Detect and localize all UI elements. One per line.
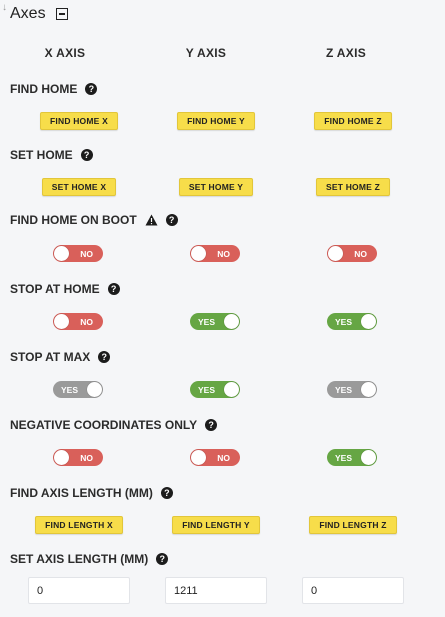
toggle-text: YES [61, 384, 79, 395]
question-circle-icon[interactable]: ? [165, 214, 178, 226]
toggle-knob [361, 450, 376, 465]
corner-arrow-icon: ↓ [2, 2, 7, 13]
toggle-text: YES [335, 452, 353, 463]
find-home-on-boot-y-toggle[interactable]: NO [190, 245, 240, 262]
panel-header: ↓ Axes [0, 2, 68, 24]
stop-at-max-z-toggle[interactable]: YES [327, 381, 377, 398]
stop-at-max-label: STOP AT MAX ? [10, 350, 111, 364]
find-home-on-boot-x-toggle[interactable]: NO [53, 245, 103, 262]
stop-at-max-label-text: STOP AT MAX [10, 350, 91, 364]
find-home-label-text: FIND HOME [10, 82, 78, 96]
column-header-x: X AXIS [44, 46, 86, 60]
find-length-z-button[interactable]: FIND LENGTH Z [309, 516, 397, 534]
find-home-x-button[interactable]: FIND HOME X [40, 112, 118, 130]
toggle-text: NO [80, 248, 93, 259]
set-home-label: SET HOME ? [10, 148, 93, 162]
stop-at-max-x-toggle[interactable]: YES [53, 381, 103, 398]
toggle-text: NO [217, 248, 230, 259]
find-home-on-boot-label: FIND HOME ON BOOT ? [10, 213, 178, 227]
toggle-text: YES [198, 384, 216, 395]
toggle-text: NO [80, 452, 93, 463]
toggle-text: YES [335, 384, 353, 395]
toggle-text: YES [198, 316, 216, 327]
negative-coordinates-x-toggle[interactable]: NO [53, 449, 103, 466]
stop-at-home-label-text: STOP AT HOME [10, 282, 100, 296]
find-axis-length-label: FIND AXIS LENGTH (MM) ? [10, 486, 173, 500]
toggle-knob [224, 382, 239, 397]
column-header-y: Y AXIS [185, 46, 227, 60]
find-home-label: FIND HOME ? [10, 82, 98, 96]
set-axis-length-label: SET AXIS LENGTH (MM) ? [10, 552, 169, 566]
axis-length-y-input[interactable] [165, 577, 267, 604]
stop-at-home-label: STOP AT HOME ? [10, 282, 120, 296]
negative-coordinates-z-toggle[interactable]: YES [327, 449, 377, 466]
axis-length-x-input[interactable] [28, 577, 130, 604]
find-length-y-button[interactable]: FIND LENGTH Y [172, 516, 260, 534]
panel-title: Axes [10, 5, 46, 22]
toggle-knob [54, 314, 69, 329]
warning-triangle-icon [145, 214, 158, 226]
negative-coordinates-only-label-text: NEGATIVE COORDINATES ONLY [10, 418, 198, 432]
find-home-on-boot-label-text: FIND HOME ON BOOT [10, 213, 137, 227]
axis-length-z-input[interactable] [302, 577, 404, 604]
question-circle-icon[interactable]: ? [80, 149, 93, 161]
question-circle-icon[interactable]: ? [156, 553, 169, 565]
question-circle-icon[interactable]: ? [85, 83, 98, 95]
toggle-text: NO [354, 248, 367, 259]
set-home-y-button[interactable]: SET HOME Y [179, 178, 253, 196]
find-home-y-button[interactable]: FIND HOME Y [177, 112, 255, 130]
question-circle-icon[interactable]: ? [107, 283, 120, 295]
toggle-knob [224, 314, 239, 329]
negative-coordinates-y-toggle[interactable]: NO [190, 449, 240, 466]
set-axis-length-label-text: SET AXIS LENGTH (MM) [10, 552, 149, 566]
stop-at-home-y-toggle[interactable]: YES [190, 313, 240, 330]
toggle-text: YES [335, 316, 353, 327]
toggle-text: NO [80, 316, 93, 327]
toggle-knob [54, 450, 69, 465]
find-length-x-button[interactable]: FIND LENGTH X [35, 516, 123, 534]
negative-coordinates-only-label: NEGATIVE COORDINATES ONLY ? [10, 418, 218, 432]
stop-at-home-x-toggle[interactable]: NO [53, 313, 103, 330]
find-axis-length-label-text: FIND AXIS LENGTH (MM) [10, 486, 153, 500]
find-home-z-button[interactable]: FIND HOME Z [314, 112, 392, 130]
column-header-z: Z AXIS [325, 46, 367, 60]
toggle-text: NO [217, 452, 230, 463]
toggle-knob [328, 246, 343, 261]
toggle-knob [87, 382, 102, 397]
toggle-knob [54, 246, 69, 261]
toggle-knob [361, 382, 376, 397]
set-home-z-button[interactable]: SET HOME Z [316, 178, 390, 196]
set-home-x-button[interactable]: SET HOME X [42, 178, 116, 196]
stop-at-home-z-toggle[interactable]: YES [327, 313, 377, 330]
toggle-knob [191, 246, 206, 261]
question-circle-icon[interactable]: ? [205, 419, 218, 431]
toggle-knob [361, 314, 376, 329]
stop-at-max-y-toggle[interactable]: YES [190, 381, 240, 398]
question-circle-icon[interactable]: ? [160, 487, 173, 499]
toggle-knob [191, 450, 206, 465]
collapse-minus-icon[interactable] [55, 8, 68, 20]
question-circle-icon[interactable]: ? [98, 351, 111, 363]
set-home-label-text: SET HOME [10, 148, 73, 162]
find-home-on-boot-z-toggle[interactable]: NO [327, 245, 377, 262]
